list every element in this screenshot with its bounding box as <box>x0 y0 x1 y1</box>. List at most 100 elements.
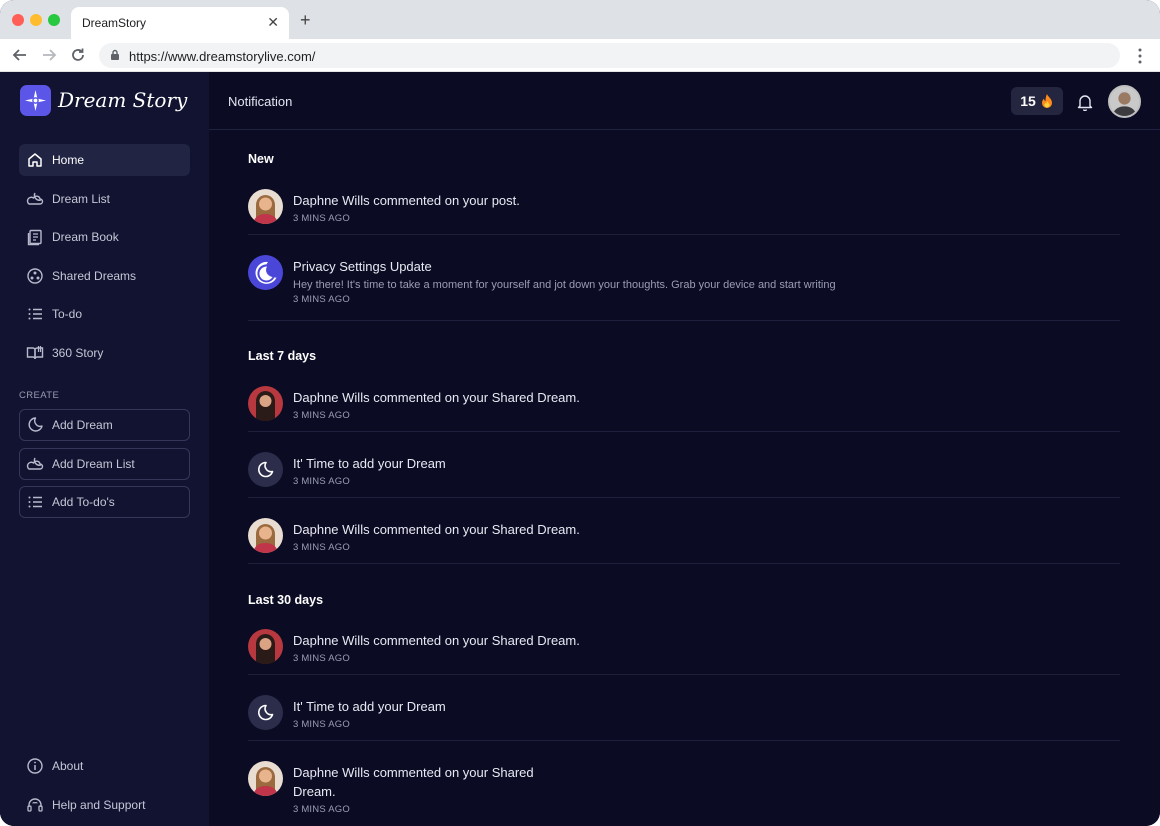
info-icon <box>26 757 44 775</box>
notification-text: Privacy Settings Update Hey there! It's … <box>293 257 853 305</box>
main-content: Notification 15 New Daphne Wills comment… <box>209 72 1160 826</box>
list-icon <box>26 305 44 323</box>
notification-time: 3 MINS AGO <box>293 213 350 224</box>
moon-cloud-icon <box>26 455 44 473</box>
tab-close-icon[interactable]: ✕ <box>267 15 279 29</box>
notification-item[interactable]: Daphne Wills commented on your Shared Dr… <box>248 629 1120 675</box>
home-icon <box>26 151 44 169</box>
logo-icon <box>20 85 51 116</box>
notification-time: 3 MINS AGO <box>293 804 350 815</box>
notification-text: Daphne Wills commented on your Shared Dr… <box>293 763 593 815</box>
notification-item[interactable]: Privacy Settings Update Hey there! It's … <box>248 255 1120 321</box>
back-arrow-icon[interactable] <box>11 46 29 64</box>
moon-icon <box>26 416 44 434</box>
book-icon <box>26 228 44 246</box>
list-icon <box>26 493 44 511</box>
sidebar-item-dream-book[interactable]: Dream Book <box>19 221 190 253</box>
maximize-window-button[interactable] <box>48 14 60 26</box>
fire-icon <box>1041 94 1052 108</box>
notification-item[interactable]: It' Time to add your Dream 3 MINS AGO <box>248 695 1120 741</box>
sidebar-item-label: About <box>52 759 84 773</box>
notification-item[interactable]: Daphne Wills commented on your Shared Dr… <box>248 761 1120 826</box>
sidebar-item-shared-dreams[interactable]: Shared Dreams <box>19 260 190 292</box>
forward-arrow-icon[interactable] <box>40 46 58 64</box>
add-dream-button[interactable]: Add Dream <box>19 409 190 441</box>
sidebar-item-label: 360 Story <box>52 346 104 360</box>
section-title-last-7-days: Last 7 days <box>248 349 317 363</box>
user-avatar <box>248 518 283 553</box>
open-book-icon <box>26 344 44 362</box>
sidebar-item-label: Shared Dreams <box>52 269 137 283</box>
tab-title: DreamStory <box>82 16 147 30</box>
close-window-button[interactable] <box>12 14 24 26</box>
page-header: Notification 15 <box>209 72 1160 130</box>
sidebar-item-label: Help and Support <box>52 798 146 812</box>
notification-title: Daphne Wills commented on your Shared Dr… <box>293 522 580 537</box>
notification-title: Daphne Wills commented on your Shared Dr… <box>293 390 580 405</box>
user-avatar <box>248 189 283 224</box>
shared-icon <box>26 267 44 285</box>
moon-icon <box>248 695 283 730</box>
reload-icon[interactable] <box>69 46 87 64</box>
create-heading: CREATE <box>19 390 60 401</box>
notification-title: Daphne Wills commented on your post. <box>293 193 520 208</box>
new-tab-button[interactable]: + <box>300 11 311 29</box>
add-dream-list-button[interactable]: Add Dream List <box>19 448 190 480</box>
add-dream-label: Add Dream <box>52 418 113 432</box>
add-to-dos-label: Add To-do's <box>52 495 115 509</box>
sidebar: Dream Story Home Dream List Dream Book S… <box>0 72 209 826</box>
notification-title: Daphne Wills commented on your Shared Dr… <box>293 633 580 648</box>
app: Dream Story Home Dream List Dream Book S… <box>0 72 1160 826</box>
section-title-new: New <box>248 152 274 166</box>
browser-toolbar: https://www.dreamstorylive.com/ <box>0 39 1160 72</box>
notification-item[interactable]: It' Time to add your Dream 3 MINS AGO <box>248 452 1120 498</box>
browser-menu-icon[interactable] <box>1134 47 1146 65</box>
user-avatar <box>248 761 283 796</box>
sidebar-item-help-and-support[interactable]: Help and Support <box>19 789 190 821</box>
add-dream-list-label: Add Dream List <box>52 457 135 471</box>
streak-count: 15 <box>1020 93 1036 109</box>
notification-time: 3 MINS AGO <box>293 542 350 553</box>
sidebar-item-360-story[interactable]: 360 Story <box>19 337 190 369</box>
notification-title: It' Time to add your Dream <box>293 456 446 471</box>
sidebar-item-label: Dream List <box>52 192 111 206</box>
browser-tab[interactable]: DreamStory ✕ <box>71 7 289 39</box>
notification-text: It' Time to add your Dream 3 MINS AGO <box>293 697 853 730</box>
notification-title: Daphne Wills commented on your Shared Dr… <box>293 765 534 799</box>
sidebar-item-to-do[interactable]: To-do <box>19 298 190 330</box>
url-text: https://www.dreamstorylive.com/ <box>129 49 316 64</box>
notification-text: Daphne Wills commented on your Shared Dr… <box>293 388 853 421</box>
notification-title: It' Time to add your Dream <box>293 699 446 714</box>
streak-badge[interactable]: 15 <box>1011 87 1063 115</box>
headset-icon <box>26 796 44 814</box>
notification-text: Daphne Wills commented on your Shared Dr… <box>293 631 853 664</box>
minimize-window-button[interactable] <box>30 14 42 26</box>
sidebar-item-label: To-do <box>52 307 83 321</box>
address-bar[interactable]: https://www.dreamstorylive.com/ <box>99 43 1120 68</box>
moon-icon <box>248 452 283 487</box>
add-to-dos-button[interactable]: Add To-do's <box>19 486 190 518</box>
bell-icon[interactable] <box>1077 93 1093 111</box>
sidebar-item-label: Home <box>52 153 85 167</box>
notification-time: 3 MINS AGO <box>293 476 350 487</box>
notification-time: 3 MINS AGO <box>293 719 350 730</box>
notification-item[interactable]: Daphne Wills commented on your Shared Dr… <box>248 518 1120 564</box>
profile-avatar[interactable] <box>1108 85 1141 118</box>
notification-description: Hey there! It's time to take a moment fo… <box>293 279 836 291</box>
user-avatar <box>248 629 283 664</box>
user-avatar <box>248 386 283 421</box>
brand-name: Dream Story <box>58 88 188 112</box>
sidebar-item-dream-list[interactable]: Dream List <box>19 183 190 215</box>
notification-text: It' Time to add your Dream 3 MINS AGO <box>293 454 853 487</box>
notification-text: Daphne Wills commented on your Shared Dr… <box>293 520 853 553</box>
notification-item[interactable]: Daphne Wills commented on your Shared Dr… <box>248 386 1120 432</box>
notification-time: 3 MINS AGO <box>293 653 350 664</box>
browser-window: DreamStory ✕ + https://www.dreamstoryliv… <box>0 0 1160 826</box>
sidebar-item-home[interactable]: Home <box>19 144 190 176</box>
sidebar-item-about[interactable]: About <box>19 750 190 782</box>
notification-time: 3 MINS AGO <box>293 294 350 305</box>
section-title-last-30-days: Last 30 days <box>248 593 324 607</box>
notification-title: Privacy Settings Update <box>293 259 432 274</box>
moon-cloud-icon <box>26 190 44 208</box>
notification-item[interactable]: Daphne Wills commented on your post. 3 M… <box>248 189 1120 235</box>
